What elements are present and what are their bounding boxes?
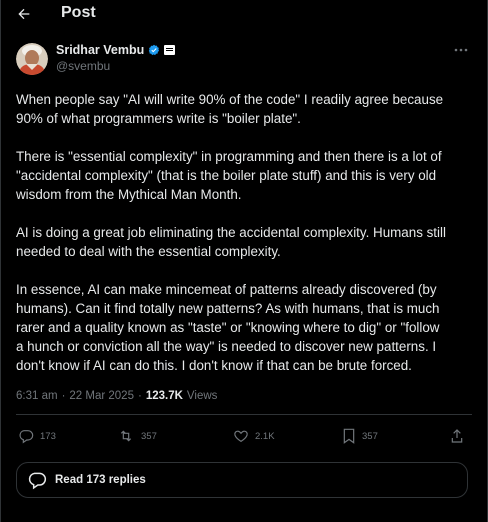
like-button[interactable]: 2.1K (233, 428, 275, 444)
heart-icon (234, 430, 248, 443)
reply-bubble-icon (28, 472, 47, 490)
post-paragraph: AI is doing a great job eliminating the … (16, 225, 446, 259)
more-dots-icon (454, 48, 468, 52)
author-handle[interactable]: @svembu (56, 59, 110, 73)
more-options-button[interactable] (452, 44, 470, 56)
bookmark-count: 357 (362, 430, 378, 442)
post-text: When people say "AI will write 90% of th… (16, 90, 476, 394)
repost-count: 357 (141, 430, 157, 442)
user-avatar (16, 43, 48, 75)
bookmark-icon (343, 428, 355, 444)
repost-button[interactable]: 357 (117, 428, 157, 444)
read-replies-label: Read 173 replies (55, 474, 146, 486)
post-time[interactable]: 6:31 am (16, 390, 58, 402)
arrow-left-icon (18, 8, 30, 20)
post-page: Post Sridhar Vembu @svembu When people s… (0, 0, 488, 522)
reply-count: 173 (40, 430, 56, 442)
like-count: 2.1K (255, 430, 275, 442)
post-paragraph: There is "essential complexity" in progr… (16, 149, 442, 202)
verified-badge-icon[interactable] (148, 44, 160, 56)
back-button[interactable] (12, 2, 36, 26)
meta-separator: · (137, 390, 142, 402)
author-name-row: Sridhar Vembu (56, 43, 176, 57)
header: Post (0, 0, 488, 28)
left-border (0, 0, 1, 522)
views-label: Views (186, 390, 218, 402)
meta-separator: · (61, 390, 66, 402)
reply-button[interactable]: 173 (18, 428, 56, 444)
affiliation-badge-icon[interactable] (164, 45, 176, 55)
post-paragraph: When people say "AI will write 90% of th… (16, 92, 444, 126)
bookmark-button[interactable]: 357 (342, 428, 378, 444)
action-bar: 173 357 2.1K 357 (18, 428, 470, 448)
share-button[interactable] (450, 428, 464, 444)
repost-icon (120, 430, 132, 442)
share-icon (451, 429, 463, 443)
read-replies-button[interactable]: Read 173 replies (16, 462, 468, 498)
post-paragraph: In essence, AI can make mincemeat of pat… (16, 282, 440, 373)
author-name[interactable]: Sridhar Vembu (56, 43, 144, 57)
page-title: Post (61, 4, 96, 21)
divider (16, 414, 472, 415)
avatar[interactable] (16, 43, 48, 75)
post-meta: 6:31 am · 22 Mar 2025 · 123.7K Views (16, 390, 217, 402)
post-date[interactable]: 22 Mar 2025 (69, 390, 134, 402)
views-count: 123.7K (145, 390, 183, 402)
reply-icon (19, 430, 34, 444)
